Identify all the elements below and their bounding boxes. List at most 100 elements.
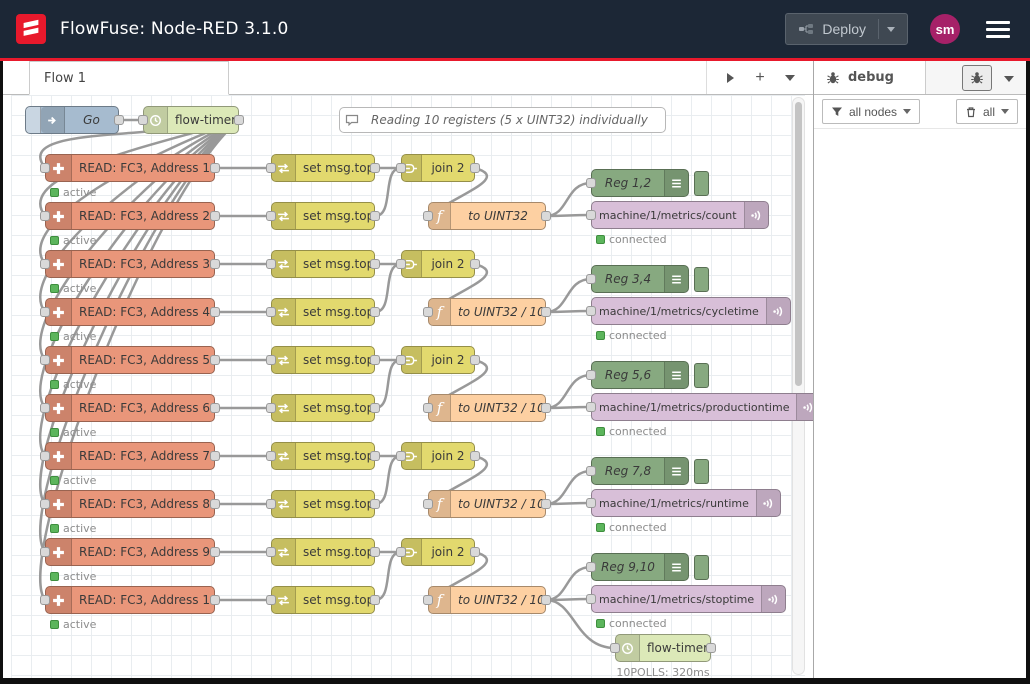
node-join-3[interactable]: join 2 bbox=[401, 346, 475, 374]
output-port[interactable] bbox=[370, 307, 380, 317]
user-avatar[interactable]: sm bbox=[930, 14, 960, 44]
node-func-to-uint32-5[interactable]: fto UINT32 / 100 bbox=[428, 586, 546, 614]
node-func-to-uint32-2[interactable]: fto UINT32 / 100 bbox=[428, 298, 546, 326]
deploy-chevron-down-icon[interactable] bbox=[887, 27, 895, 32]
debug-panel-button[interactable] bbox=[962, 65, 992, 91]
input-port[interactable] bbox=[266, 163, 276, 173]
node-func-to-uint32-3[interactable]: fto UINT32 / 100 bbox=[428, 394, 546, 422]
output-port[interactable] bbox=[541, 499, 551, 509]
deploy-button[interactable]: Deploy bbox=[785, 13, 908, 45]
node-read-address-9[interactable]: READ: FC3, Address 9active bbox=[45, 538, 215, 566]
output-port[interactable] bbox=[370, 403, 380, 413]
input-port[interactable] bbox=[586, 594, 596, 604]
output-port[interactable] bbox=[210, 547, 220, 557]
output-port[interactable] bbox=[370, 259, 380, 269]
debug-toggle-button[interactable] bbox=[694, 555, 709, 580]
sidebar-menu-button[interactable] bbox=[1000, 66, 1018, 89]
output-port[interactable] bbox=[370, 547, 380, 557]
debug-filter-button[interactable]: all nodes bbox=[822, 99, 920, 124]
input-port[interactable] bbox=[138, 115, 148, 125]
input-port[interactable] bbox=[423, 211, 433, 221]
output-port[interactable] bbox=[470, 547, 480, 557]
output-port[interactable] bbox=[210, 499, 220, 509]
input-port[interactable] bbox=[396, 451, 406, 461]
input-port[interactable] bbox=[610, 643, 620, 653]
node-flow-timer-bottom[interactable]: flow-timer 10POLLS: 320ms bbox=[615, 634, 711, 662]
input-port[interactable] bbox=[266, 451, 276, 461]
input-port[interactable] bbox=[423, 499, 433, 509]
input-port[interactable] bbox=[266, 355, 276, 365]
node-mqtt-stoptime[interactable]: machine/1/metrics/stoptimeconnected bbox=[591, 585, 786, 613]
add-flow-button[interactable]: + bbox=[747, 65, 773, 91]
output-port[interactable] bbox=[234, 115, 244, 125]
output-port[interactable] bbox=[210, 163, 220, 173]
node-join-1[interactable]: join 2 bbox=[401, 154, 475, 182]
output-port[interactable] bbox=[470, 451, 480, 461]
node-join-2[interactable]: join 2 bbox=[401, 250, 475, 278]
input-port[interactable] bbox=[40, 451, 50, 461]
input-port[interactable] bbox=[40, 211, 50, 221]
input-port[interactable] bbox=[266, 499, 276, 509]
tab-debug[interactable]: debug bbox=[814, 61, 926, 94]
node-debug-reg-1-2[interactable]: Reg 1,2 bbox=[591, 169, 689, 197]
tab-list-button[interactable] bbox=[777, 65, 803, 91]
output-port[interactable] bbox=[210, 259, 220, 269]
node-set-topic-1[interactable]: set msg.topic bbox=[271, 154, 375, 182]
node-read-address-5[interactable]: READ: FC3, Address 5active bbox=[45, 346, 215, 374]
node-inject-go[interactable]: Go bbox=[25, 106, 119, 134]
output-port[interactable] bbox=[210, 403, 220, 413]
input-port[interactable] bbox=[40, 403, 50, 413]
input-port[interactable] bbox=[586, 370, 596, 380]
output-port[interactable] bbox=[541, 211, 551, 221]
tab-flow-1[interactable]: Flow 1 bbox=[29, 61, 229, 95]
output-port[interactable] bbox=[370, 355, 380, 365]
node-mqtt-count[interactable]: machine/1/metrics/countconnected bbox=[591, 201, 769, 229]
input-port[interactable] bbox=[586, 466, 596, 476]
input-port[interactable] bbox=[586, 498, 596, 508]
node-read-address-10[interactable]: READ: FC3, Address 10active bbox=[45, 586, 215, 614]
input-port[interactable] bbox=[40, 307, 50, 317]
debug-toggle-button[interactable] bbox=[694, 267, 709, 292]
input-port[interactable] bbox=[266, 211, 276, 221]
node-mqtt-cycletime[interactable]: machine/1/metrics/cycletimeconnected bbox=[591, 297, 791, 325]
node-read-address-3[interactable]: READ: FC3, Address 3active bbox=[45, 250, 215, 278]
input-port[interactable] bbox=[266, 259, 276, 269]
output-port[interactable] bbox=[210, 307, 220, 317]
output-port[interactable] bbox=[706, 643, 716, 653]
output-port[interactable] bbox=[470, 163, 480, 173]
output-port[interactable] bbox=[210, 355, 220, 365]
node-set-topic-7[interactable]: set msg.topic bbox=[271, 442, 375, 470]
node-set-topic-3[interactable]: set msg.topic bbox=[271, 250, 375, 278]
input-port[interactable] bbox=[40, 547, 50, 557]
input-port[interactable] bbox=[266, 307, 276, 317]
input-port[interactable] bbox=[586, 274, 596, 284]
node-debug-reg-9-10[interactable]: Reg 9,10 bbox=[591, 553, 689, 581]
input-port[interactable] bbox=[40, 163, 50, 173]
node-set-topic-2[interactable]: set msg.topic bbox=[271, 202, 375, 230]
output-port[interactable] bbox=[210, 595, 220, 605]
debug-toggle-button[interactable] bbox=[694, 459, 709, 484]
output-port[interactable] bbox=[370, 211, 380, 221]
output-port[interactable] bbox=[541, 307, 551, 317]
node-debug-reg-7-8[interactable]: Reg 7,8 bbox=[591, 457, 689, 485]
input-port[interactable] bbox=[266, 547, 276, 557]
output-port[interactable] bbox=[541, 403, 551, 413]
node-set-topic-10[interactable]: set msg.topic bbox=[271, 586, 375, 614]
input-port[interactable] bbox=[586, 562, 596, 572]
input-port[interactable] bbox=[396, 547, 406, 557]
input-port[interactable] bbox=[40, 259, 50, 269]
node-flow-timer-top[interactable]: flow-timer bbox=[143, 106, 239, 134]
node-join-4[interactable]: join 2 bbox=[401, 442, 475, 470]
output-port[interactable] bbox=[370, 163, 380, 173]
node-set-topic-4[interactable]: set msg.topic bbox=[271, 298, 375, 326]
debug-toggle-button[interactable] bbox=[694, 363, 709, 388]
input-port[interactable] bbox=[586, 402, 596, 412]
node-set-topic-5[interactable]: set msg.topic bbox=[271, 346, 375, 374]
output-port[interactable] bbox=[470, 355, 480, 365]
debug-clear-button[interactable]: all bbox=[956, 99, 1018, 124]
input-port[interactable] bbox=[586, 178, 596, 188]
input-port[interactable] bbox=[40, 499, 50, 509]
node-set-topic-8[interactable]: set msg.topic bbox=[271, 490, 375, 518]
input-port[interactable] bbox=[266, 403, 276, 413]
node-read-address-7[interactable]: READ: FC3, Address 7active bbox=[45, 442, 215, 470]
